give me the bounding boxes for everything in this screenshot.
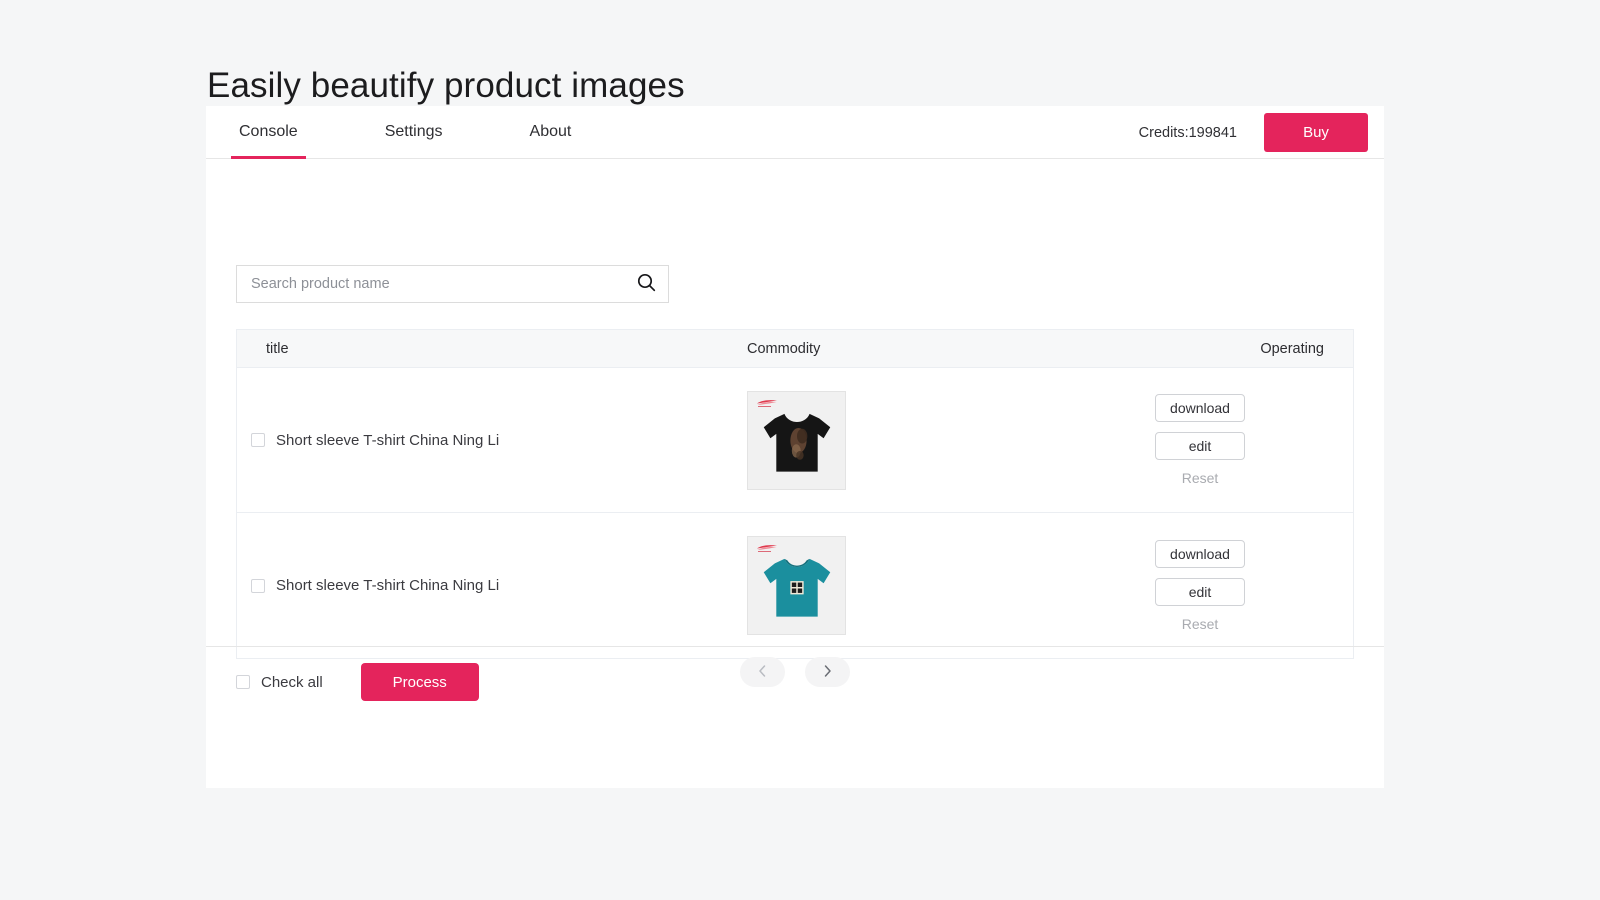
search-bar — [236, 265, 669, 303]
brand-logo-icon — [757, 545, 777, 552]
table-row: Short sleeve T-shirt China Ning Li downl… — [237, 368, 1353, 513]
row-checkbox[interactable] — [251, 578, 265, 593]
row-checkbox[interactable] — [251, 433, 265, 447]
tab-about[interactable]: About — [526, 106, 576, 159]
search-icon — [637, 273, 656, 295]
row-commodity-cell — [747, 536, 1077, 635]
reset-button[interactable]: Reset — [1182, 616, 1219, 632]
tab-about-label: About — [529, 123, 572, 140]
search-input[interactable] — [237, 266, 624, 302]
check-all-control[interactable]: Check all — [236, 674, 323, 691]
footer-bar: Check all Process — [206, 646, 1384, 717]
edit-button[interactable]: edit — [1155, 432, 1245, 460]
row-commodity-cell — [747, 390, 1077, 490]
tab-console-label: Console — [239, 123, 298, 140]
row-operating-cell: download edit Reset — [1077, 394, 1353, 486]
column-header-commodity: Commodity — [747, 340, 821, 357]
product-image-teal-tshirt — [763, 559, 830, 618]
table-row: Short sleeve T-shirt China Ning Li downl… — [237, 513, 1353, 658]
column-header-operating: Operating — [1260, 340, 1324, 357]
tab-settings[interactable]: Settings — [381, 106, 447, 159]
check-all-label: Check all — [261, 673, 323, 691]
row-operating-cell: download edit Reset — [1077, 539, 1353, 632]
table-header-row: title Commodity Operating — [237, 330, 1353, 368]
brand-logo-icon — [757, 399, 777, 407]
credits-label: Credits:199841 — [1138, 124, 1237, 141]
app-root: Easily beautify product images Console S… — [0, 0, 1600, 900]
process-button[interactable]: Process — [360, 663, 479, 701]
buy-button[interactable]: Buy — [1264, 113, 1368, 152]
tab-settings-label: Settings — [384, 123, 443, 140]
product-table: title Commodity Operating Short sleeve T… — [236, 329, 1354, 659]
edit-button[interactable]: edit — [1155, 577, 1245, 606]
row-title-cell: Short sleeve T-shirt China Ning Li — [237, 432, 747, 449]
product-image-black-tshirt — [763, 413, 830, 472]
row-title-label: Short sleeve T-shirt China Ning Li — [276, 431, 500, 449]
check-all-checkbox[interactable] — [236, 675, 250, 689]
download-button[interactable]: download — [1155, 394, 1245, 422]
column-header-title: title — [266, 340, 289, 357]
reset-button[interactable]: Reset — [1182, 470, 1219, 486]
product-thumbnail[interactable] — [747, 390, 846, 490]
page-title: Easily beautify product images — [207, 66, 685, 106]
navbar: Console Settings About Credits:199841 Bu… — [206, 106, 1384, 159]
search-button[interactable] — [624, 266, 668, 302]
row-title-cell: Short sleeve T-shirt China Ning Li — [237, 577, 747, 594]
row-title-label: Short sleeve T-shirt China Ning Li — [276, 577, 500, 594]
card-body: title Commodity Operating Short sleeve T… — [206, 159, 1384, 717]
tab-list: Console Settings About — [231, 106, 576, 159]
navbar-right: Credits:199841 Buy — [1139, 106, 1384, 159]
product-thumbnail[interactable] — [747, 536, 846, 635]
tab-console[interactable]: Console — [231, 106, 306, 159]
download-button[interactable]: download — [1155, 539, 1245, 568]
main-card: Console Settings About Credits:199841 Bu… — [206, 106, 1384, 788]
